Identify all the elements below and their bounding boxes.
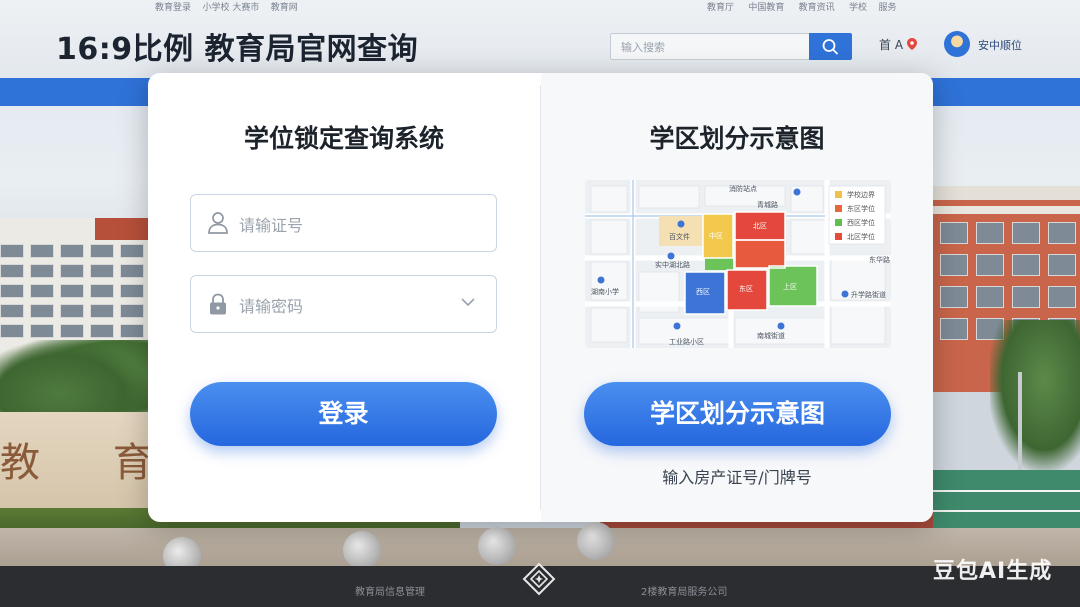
stone-bollard bbox=[478, 527, 516, 565]
password-field[interactable]: 请输密码 bbox=[190, 275, 497, 333]
user-avatar[interactable] bbox=[944, 31, 970, 57]
search-input[interactable]: 输入搜索 bbox=[610, 33, 810, 60]
field-line bbox=[933, 510, 1080, 512]
header-tools-text[interactable]: 首 A bbox=[879, 38, 903, 52]
search-button[interactable] bbox=[809, 33, 852, 60]
page-title: 16:9比例 教育局官网查询 bbox=[56, 32, 419, 67]
top-nav-right-item[interactable]: 服务 bbox=[878, 3, 896, 13]
id-number-field[interactable]: 请输证号 bbox=[190, 194, 497, 252]
login-panel-title: 学位锁定查询系统 bbox=[243, 124, 444, 153]
map-label: 北区 bbox=[753, 222, 767, 230]
search-icon bbox=[822, 39, 838, 55]
footer-link[interactable]: 教育局信息管理 bbox=[355, 583, 425, 598]
right-trees bbox=[990, 320, 1080, 470]
lock-icon bbox=[210, 293, 226, 315]
user-icon bbox=[208, 212, 228, 234]
header-tools: 首 A bbox=[879, 36, 917, 53]
legend-label: 学校边界 bbox=[847, 190, 875, 199]
password-placeholder: 请输密码 bbox=[239, 297, 304, 316]
map-label: 实中湖北路 bbox=[655, 260, 690, 269]
location-pin-icon[interactable] bbox=[906, 38, 917, 50]
map-label: 青城路 bbox=[757, 200, 778, 209]
legend-label: 西区学位 bbox=[847, 218, 875, 227]
top-nav-left-item[interactable]: 教育登录 bbox=[155, 3, 191, 13]
sports-field bbox=[933, 470, 1080, 530]
footer-logo-icon bbox=[522, 562, 556, 596]
login-button[interactable]: 登录 bbox=[190, 382, 497, 446]
map-label: 上区 bbox=[783, 282, 797, 291]
top-nav-right: 教育厅 中国教育 教育资讯 学校 服务 bbox=[707, 0, 896, 13]
top-nav-left: 教育登录 小学校 大赛市 教育网 bbox=[155, 0, 298, 13]
top-nav-right-item[interactable]: 中国教育 bbox=[748, 3, 784, 13]
top-nav-right-item[interactable]: 教育资讯 bbox=[799, 3, 835, 13]
footer-link[interactable]: 2楼教育局服务公司 bbox=[641, 583, 727, 598]
stone-bollard bbox=[577, 522, 615, 560]
district-map[interactable]: 消防站点 青城路 百文件 中区 北区 实中湖北路 西区 东区 上区 湖南小学 升… bbox=[585, 180, 891, 348]
query-card: 学位锁定查询系统 请输证号 请输密码 登录 学区划分示意图 消防站点 青城路 百… bbox=[148, 73, 933, 522]
left-building-roof bbox=[95, 218, 150, 240]
id-number-placeholder: 请输证号 bbox=[239, 216, 304, 235]
lookup-hint: 输入房产证号/门牌号 bbox=[662, 468, 812, 487]
map-label: 西区 bbox=[696, 288, 710, 296]
map-panel-title: 学区划分示意图 bbox=[649, 124, 825, 153]
map-label: 湖南小学 bbox=[591, 287, 619, 296]
lamp-post bbox=[1018, 372, 1022, 472]
district-map-button[interactable]: 学区划分示意图 bbox=[584, 382, 891, 446]
map-label: 东区 bbox=[739, 284, 753, 293]
ai-watermark: 豆包AI生成 bbox=[933, 559, 1053, 584]
top-nav-right-item[interactable]: 学校 bbox=[849, 3, 867, 13]
map-label: 百文件 bbox=[669, 232, 690, 241]
map-label: 中区 bbox=[709, 231, 723, 240]
legend-label: 北区学位 bbox=[847, 232, 875, 241]
map-label: 消防站点 bbox=[729, 184, 757, 193]
field-line bbox=[933, 490, 1080, 492]
stone-bollard bbox=[343, 531, 381, 569]
right-building-band bbox=[933, 206, 1080, 214]
legend-label: 东区学位 bbox=[847, 204, 875, 213]
user-name[interactable]: 安中顺位 bbox=[978, 37, 1022, 53]
left-building-windows bbox=[0, 244, 144, 338]
map-label: 东华路 bbox=[869, 255, 890, 264]
right-building-cornice bbox=[933, 186, 1080, 200]
chevron-down-icon[interactable] bbox=[460, 296, 476, 308]
top-nav-left-item[interactable]: 小学校 大赛市 bbox=[202, 3, 259, 13]
top-nav-left-item[interactable]: 教育网 bbox=[271, 3, 298, 13]
district-map-graphic: 消防站点 青城路 百文件 中区 北区 实中湖北路 西区 东区 上区 湖南小学 升… bbox=[585, 180, 891, 348]
top-nav-right-item[interactable]: 教育厅 bbox=[707, 3, 734, 13]
map-label: 工业路小区 bbox=[669, 337, 704, 346]
map-label: 升学路街道 bbox=[851, 290, 886, 299]
search-placeholder: 输入搜索 bbox=[621, 41, 665, 54]
map-label: 南城街道 bbox=[757, 331, 785, 340]
